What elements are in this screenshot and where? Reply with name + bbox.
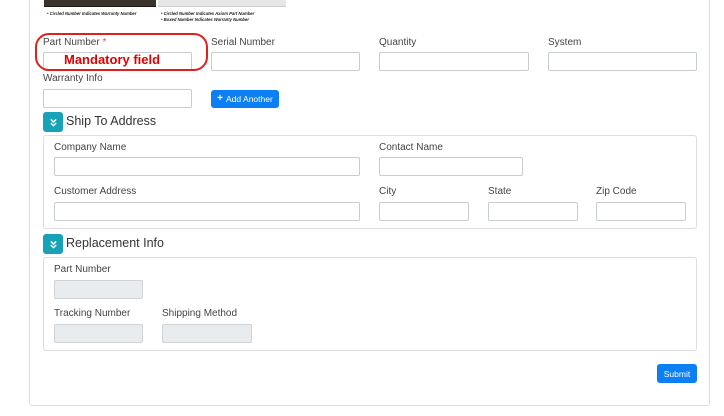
serial-number-input[interactable] [211, 52, 360, 71]
add-another-button[interactable]: + Add Another [211, 90, 279, 108]
city-input[interactable] [379, 202, 469, 221]
replacement-toggle-icon[interactable] [43, 234, 63, 254]
warranty-info-input[interactable] [43, 89, 192, 108]
replacement-title: Replacement Info [66, 236, 164, 250]
mandatory-field-annotation: Mandatory field [64, 52, 161, 67]
ship-to-title: Ship To Address [66, 114, 157, 128]
company-name-input[interactable] [54, 157, 360, 176]
thumbnail-caption: • Circled Number Indicates Warranty Numb… [47, 11, 137, 16]
serial-number-label: Serial Number [211, 37, 275, 48]
city-label: City [379, 186, 397, 197]
zip-code-label: Zip Code [596, 186, 637, 197]
add-another-label: Add Another [226, 94, 273, 104]
customer-address-label: Customer Address [54, 186, 137, 197]
quantity-label: Quantity [379, 37, 417, 48]
replacement-part-number-input [54, 280, 143, 299]
chevron-double-down-icon [49, 118, 57, 127]
tracking-number-input [54, 324, 143, 343]
tracking-number-label: Tracking Number [54, 308, 131, 319]
thumbnail-caption: • Boxed Number Indicates Warranty Number [161, 17, 249, 22]
chevron-double-down-icon [49, 240, 57, 249]
state-label: State [488, 186, 512, 197]
thumbnail-caption: • Circled Number Indicates Axiom Part Nu… [161, 11, 255, 16]
contact-name-input[interactable] [379, 157, 523, 176]
thumbnail-image [158, 0, 286, 7]
quantity-input[interactable] [379, 52, 529, 71]
company-name-label: Company Name [54, 142, 127, 153]
thumbnail-image [44, 0, 156, 7]
replacement-part-number-label: Part Number [54, 264, 111, 275]
submit-button[interactable]: Submit [657, 364, 697, 383]
warranty-thumbnail: • Circled Number Indicates Warranty Numb… [44, 0, 156, 26]
state-input[interactable] [488, 202, 578, 221]
contact-name-label: Contact Name [379, 142, 443, 153]
ship-to-toggle-icon[interactable] [43, 112, 63, 132]
customer-address-input[interactable] [54, 202, 360, 221]
warranty-info-label: Warranty Info [43, 73, 103, 84]
part-thumbnail: • Circled Number Indicates Axiom Part Nu… [158, 0, 286, 26]
shipping-method-input [162, 324, 252, 343]
shipping-method-label: Shipping Method [162, 308, 238, 319]
system-input[interactable] [548, 52, 697, 71]
plus-icon: + [217, 93, 224, 104]
zip-code-input[interactable] [596, 202, 686, 221]
system-label: System [548, 37, 582, 48]
